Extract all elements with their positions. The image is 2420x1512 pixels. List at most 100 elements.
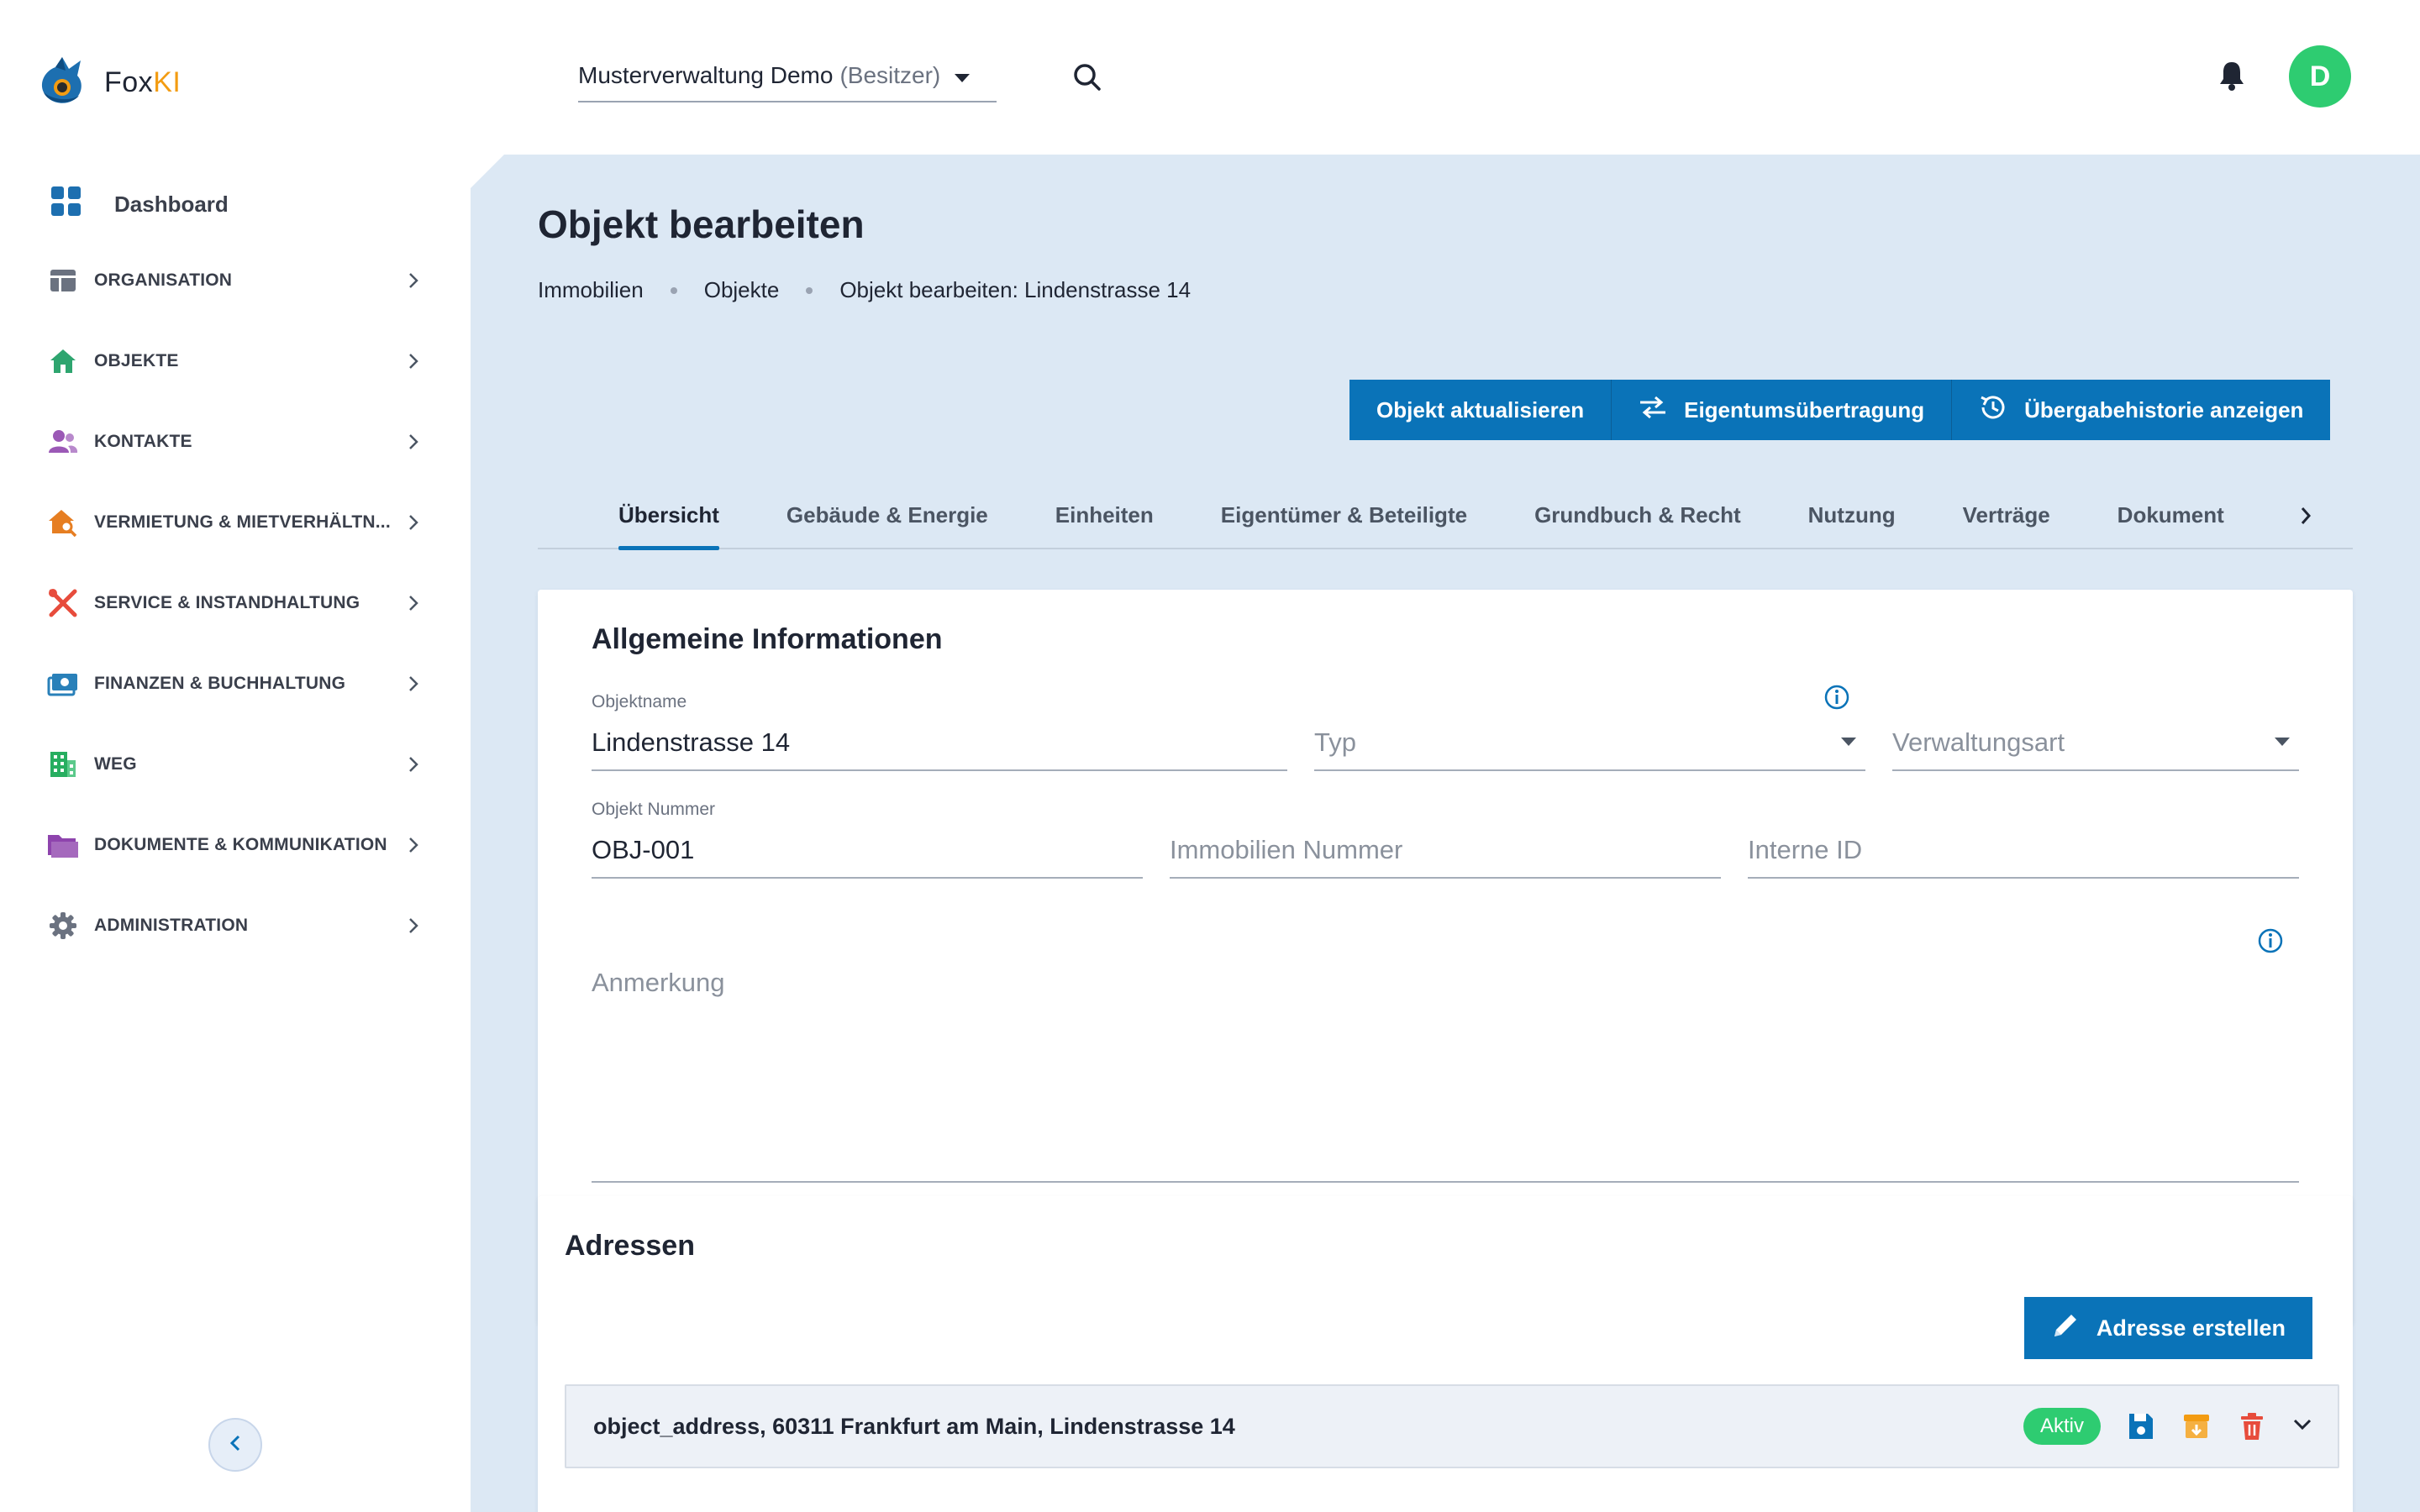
tab-bar: Übersicht Gebäude & Energie Einheiten Ei…	[538, 481, 2353, 550]
trash-icon[interactable]	[2237, 1411, 2267, 1441]
sidebar-item-kontakte[interactable]: KONTAKTE	[0, 402, 471, 482]
sidebar-item-label: ORGANISATION	[94, 270, 233, 290]
bell-icon	[2215, 62, 2249, 96]
general-information-title: Allgemeine Informationen	[592, 623, 943, 655]
app-logo[interactable]: FoxKI	[37, 49, 181, 116]
sidebar-item-label: Dashboard	[114, 191, 229, 217]
sidebar-item-dokumente[interactable]: DOKUMENTE & KOMMUNIKATION	[0, 805, 471, 885]
anmerkung-placeholder: Anmerkung	[592, 968, 725, 997]
sidebar-item-administration[interactable]: ADMINISTRATION	[0, 885, 471, 966]
sidebar: FoxKI Dashboard ORGANISATION OBJEKTE KON…	[0, 0, 471, 1512]
history-icon	[1979, 393, 2024, 428]
folder-icon	[47, 829, 79, 861]
chevron-right-icon	[403, 835, 424, 855]
ownership-transfer-button[interactable]: Eigentumsübertragung	[1612, 380, 1953, 440]
addresses-title: Adressen	[565, 1230, 695, 1262]
chevron-right-icon	[403, 916, 424, 936]
objekt-nummer-value: OBJ-001	[592, 835, 695, 864]
sidebar-item-vermietung[interactable]: VERMIETUNG & MIETVERHÄLTN...	[0, 482, 471, 563]
search-button[interactable]	[1071, 60, 1104, 94]
update-object-label: Objekt aktualisieren	[1376, 396, 1585, 423]
sidebar-item-objekte[interactable]: OBJEKTE	[0, 321, 471, 402]
chevron-right-icon	[403, 432, 424, 452]
tab-dokument[interactable]: Dokument	[2118, 481, 2224, 549]
dashboard-grid-icon	[50, 186, 82, 223]
chevron-down-icon[interactable]	[2292, 1418, 2312, 1436]
typ-placeholder: Typ	[1314, 727, 1356, 757]
caret-down-icon	[1840, 736, 1857, 751]
money-icon	[47, 668, 79, 700]
house-icon	[47, 345, 79, 377]
house-search-icon	[47, 507, 79, 538]
sidebar-item-weg[interactable]: WEG	[0, 724, 471, 805]
archive-icon[interactable]	[2181, 1411, 2212, 1441]
main-content: Objekt bearbeiten Immobilien Objekte Obj…	[471, 155, 2420, 1512]
breadcrumb: Immobilien Objekte Objekt bearbeiten: Li…	[538, 277, 1191, 303]
chevron-right-icon	[403, 270, 424, 291]
objektname-field[interactable]: Objektname Lindenstrasse 14	[592, 692, 1287, 771]
sidebar-collapse-button[interactable]	[208, 1418, 262, 1472]
sidebar-item-service[interactable]: SERVICE & INSTANDHALTUNG	[0, 563, 471, 643]
page-title: Objekt bearbeiten	[538, 202, 865, 246]
sidebar-item-organisation[interactable]: ORGANISATION	[0, 240, 471, 321]
addresses-card: Adressen Adresse erstellen object_addres…	[538, 1196, 2353, 1512]
sidebar-item-dashboard[interactable]: Dashboard	[0, 168, 471, 240]
organisation-icon	[47, 265, 79, 297]
status-badge: Aktiv	[2023, 1408, 2101, 1445]
objekt-nummer-field[interactable]: Objekt Nummer OBJ-001	[592, 800, 1143, 879]
tab-eigentuemer-beteiligte[interactable]: Eigentümer & Beteiligte	[1221, 481, 1467, 549]
chevron-left-icon	[228, 1433, 243, 1457]
sidebar-item-label: OBJEKTE	[94, 351, 179, 370]
organisation-role: (Besitzer)	[839, 62, 941, 88]
sidebar-item-label: WEG	[94, 754, 137, 774]
save-icon[interactable]	[2126, 1411, 2156, 1441]
anmerkung-textarea[interactable]: Anmerkung	[592, 958, 2299, 1183]
sidebar-item-label: KONTAKTE	[94, 432, 192, 451]
sidebar-nav: Dashboard ORGANISATION OBJEKTE KONTAKTE	[0, 168, 471, 966]
chevron-right-icon	[403, 674, 424, 694]
breadcrumb-item-current: Objekt bearbeiten: Lindenstrasse 14	[839, 277, 1192, 302]
tab-nutzung[interactable]: Nutzung	[1808, 481, 1896, 549]
tab-gebaeude-energie[interactable]: Gebäude & Energie	[786, 481, 988, 549]
objekt-nummer-label: Objekt Nummer	[592, 800, 716, 819]
tab-uebersicht[interactable]: Übersicht	[618, 481, 719, 550]
breadcrumb-separator	[806, 286, 813, 294]
immobilien-nummer-field[interactable]: Immobilien Nummer	[1170, 800, 1721, 879]
handover-history-label: Übergabehistorie anzeigen	[2024, 396, 2304, 423]
breadcrumb-item-objekte[interactable]: Objekte	[704, 277, 780, 303]
fox-logo-icon	[37, 54, 87, 112]
caret-down-icon	[954, 62, 971, 89]
breadcrumb-item-immobilien[interactable]: Immobilien	[538, 277, 644, 303]
verwaltungsart-select[interactable]: Verwaltungsart	[1892, 692, 2299, 771]
immobilien-nummer-placeholder: Immobilien Nummer	[1170, 835, 1403, 864]
typ-select[interactable]: Typ	[1314, 692, 1865, 771]
interne-id-placeholder: Interne ID	[1748, 835, 1863, 864]
action-button-group: Objekt aktualisieren Eigentumsübertragun…	[1349, 380, 2331, 440]
address-row[interactable]: object_address, 60311 Frankfurt am Main,…	[565, 1384, 2339, 1468]
handover-history-button[interactable]: Übergabehistorie anzeigen	[1952, 380, 2331, 440]
create-address-button[interactable]: Adresse erstellen	[2023, 1297, 2312, 1359]
sidebar-item-label: SERVICE & INSTANDHALTUNG	[94, 593, 360, 612]
sidebar-item-label: VERMIETUNG & MIETVERHÄLTN...	[94, 512, 391, 532]
interne-id-field[interactable]: Interne ID	[1748, 800, 2299, 879]
search-icon	[1071, 64, 1104, 97]
tab-vertraege[interactable]: Verträge	[1963, 481, 2050, 549]
organisation-select[interactable]: Musterverwaltung Demo (Besitzer)	[578, 50, 997, 102]
notifications-button[interactable]	[2215, 59, 2249, 92]
update-object-button[interactable]: Objekt aktualisieren	[1349, 380, 1612, 440]
tab-grundbuch-recht[interactable]: Grundbuch & Recht	[1534, 481, 1741, 549]
tab-einheiten[interactable]: Einheiten	[1055, 481, 1154, 549]
pencil-icon	[2051, 1311, 2096, 1346]
tabs-scroll-right-icon[interactable]	[2299, 506, 2319, 526]
people-icon	[47, 426, 79, 458]
breadcrumb-separator	[670, 286, 677, 294]
chevron-right-icon	[403, 351, 424, 371]
transfer-arrows-icon	[1639, 395, 1684, 426]
avatar[interactable]: D	[2289, 45, 2351, 108]
sidebar-item-finanzen[interactable]: FINANZEN & BUCHHALTUNG	[0, 643, 471, 724]
sidebar-item-label: DOKUMENTE & KOMMUNIKATION	[94, 835, 387, 854]
app-name: FoxKI	[104, 66, 182, 98]
info-icon[interactable]	[2257, 927, 2284, 954]
gear-icon	[47, 910, 79, 942]
verwaltungsart-placeholder: Verwaltungsart	[1892, 727, 2065, 757]
